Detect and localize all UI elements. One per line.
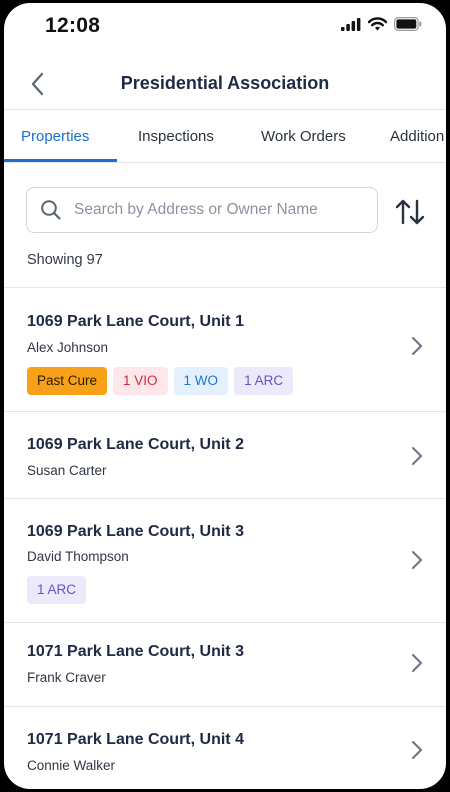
device-frame: 12:08 Presidential Association Propertie… — [0, 0, 450, 792]
property-owner: Alex Johnson — [27, 340, 109, 355]
search-input[interactable] — [72, 200, 366, 220]
tab-inspections[interactable]: Inspections — [138, 128, 214, 145]
badge-group: 1 ARC — [27, 576, 87, 604]
tab-work-orders[interactable]: Work Orders — [261, 128, 346, 145]
wifi-icon — [368, 17, 387, 31]
page-title: Presidential Association — [120, 73, 330, 93]
tab-bar: Properties Inspections Work Orders Addit… — [4, 109, 446, 163]
results-count: Showing 97 — [27, 252, 103, 268]
app-screen: 12:08 Presidential Association Propertie… — [4, 3, 446, 789]
violation-badge: 1 VIO — [113, 367, 168, 395]
arc-badge: 1 ARC — [234, 367, 294, 395]
property-owner: Frank Craver — [27, 670, 106, 685]
chevron-right-icon — [412, 551, 422, 569]
property-row[interactable]: 1069 Park Lane Court, Unit 1 Alex Johnso… — [4, 287, 446, 411]
search-box[interactable] — [26, 187, 378, 233]
property-list: 1069 Park Lane Court, Unit 1 Alex Johnso… — [4, 287, 446, 789]
property-row[interactable]: 1069 Park Lane Court, Unit 2 Susan Carte… — [4, 411, 446, 498]
nav-header: Presidential Association — [4, 61, 446, 109]
property-row[interactable]: 1071 Park Lane Court, Unit 3 Frank Crave… — [4, 622, 446, 706]
active-tab-indicator — [4, 159, 117, 162]
past-cure-badge: Past Cure — [27, 367, 108, 395]
tab-properties[interactable]: Properties — [21, 128, 89, 145]
battery-icon — [394, 17, 422, 31]
property-row[interactable]: 1071 Park Lane Court, Unit 4 Connie Walk… — [4, 706, 446, 789]
property-owner: Susan Carter — [27, 463, 107, 478]
property-row[interactable]: 1069 Park Lane Court, Unit 3 David Thomp… — [4, 498, 446, 622]
status-icons — [341, 17, 422, 31]
property-address: 1069 Park Lane Court, Unit 3 — [27, 523, 244, 540]
property-address: 1069 Park Lane Court, Unit 2 — [27, 436, 244, 453]
property-address: 1071 Park Lane Court, Unit 3 — [27, 643, 244, 660]
status-time: 12:08 — [45, 14, 101, 37]
tab-additional[interactable]: Addition — [390, 128, 444, 145]
property-owner: Connie Walker — [27, 758, 116, 773]
arc-badge: 1 ARC — [27, 576, 87, 604]
chevron-right-icon — [412, 447, 422, 465]
property-address: 1069 Park Lane Court, Unit 1 — [27, 313, 244, 330]
property-owner: David Thompson — [27, 549, 129, 564]
chevron-right-icon — [412, 654, 422, 672]
chevron-right-icon — [412, 337, 422, 355]
property-address: 1071 Park Lane Court, Unit 4 — [27, 731, 244, 748]
sort-icon[interactable] — [394, 197, 426, 227]
badge-group: Past Cure 1 VIO 1 WO 1 ARC — [27, 367, 294, 395]
chevron-right-icon — [412, 741, 422, 759]
status-bar: 12:08 — [4, 3, 446, 49]
work-order-badge: 1 WO — [173, 367, 229, 395]
search-icon — [41, 200, 61, 220]
cellular-signal-icon — [341, 17, 361, 31]
